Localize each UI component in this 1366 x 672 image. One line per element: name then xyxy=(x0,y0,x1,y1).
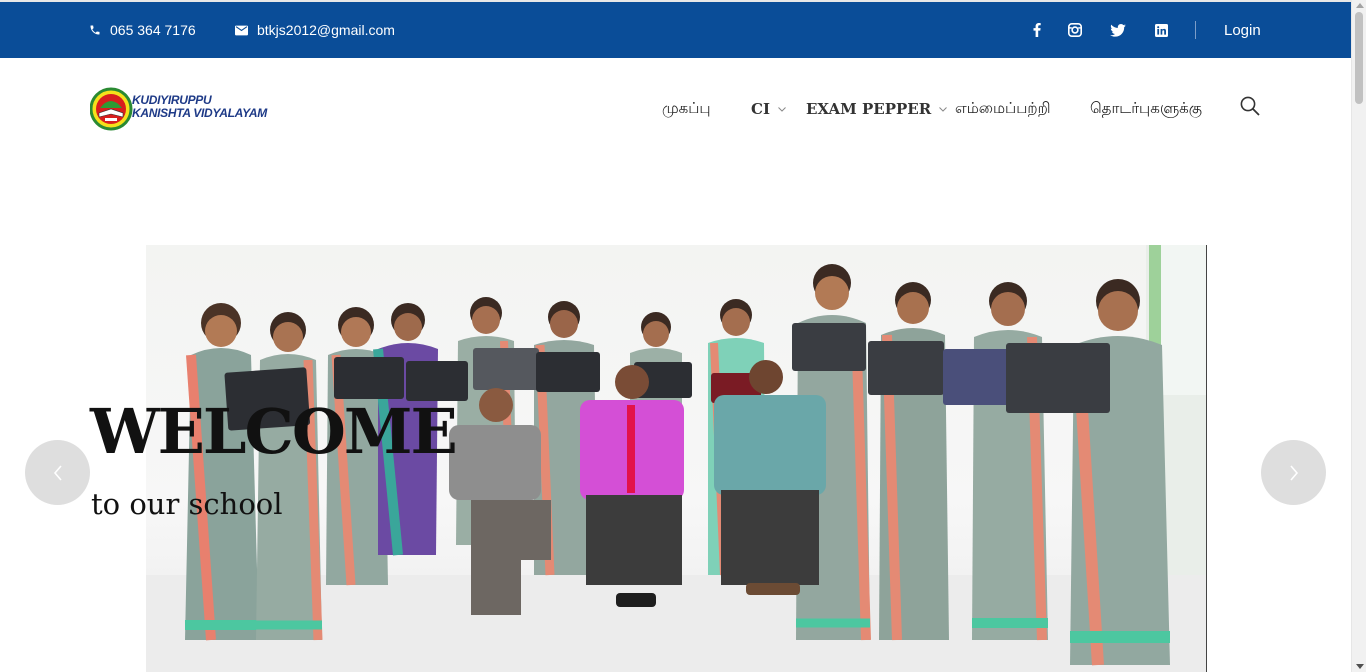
nav-item-exam-pepper-label: EXAM PEPPER xyxy=(806,100,932,118)
phone-icon xyxy=(90,25,100,35)
search-button[interactable] xyxy=(1240,96,1262,118)
nav-item-contact[interactable]: தொடர்புகளுக்கு xyxy=(1090,94,1202,124)
scroll-down-arrow-icon[interactable] xyxy=(1356,664,1364,669)
nav-item-ci-label: CI xyxy=(751,100,770,118)
nav-item-home[interactable]: முகப்பு xyxy=(662,94,711,124)
nav-item-contact-label: தொடர்புகளுக்கு xyxy=(1090,99,1203,117)
twitter-icon xyxy=(1110,23,1126,37)
page-scrollbar[interactable] xyxy=(1351,0,1366,672)
nav-item-exam-pepper[interactable]: EXAM PEPPER xyxy=(806,94,948,124)
slider-prev-button[interactable] xyxy=(25,440,90,505)
instagram-link[interactable] xyxy=(1063,2,1087,58)
phone-contact[interactable]: 065 364 7176 xyxy=(89,2,196,58)
email-contact[interactable]: btkjs2012@gmail.com xyxy=(235,2,395,58)
mail-icon xyxy=(235,25,248,35)
linkedin-icon xyxy=(1154,23,1168,37)
nav-item-ci[interactable]: CI xyxy=(751,94,786,124)
school-logo[interactable]: KUDIYIRUPPU KANISHTA VIDYALAYAM xyxy=(90,86,267,132)
scrollbar-thumb[interactable] xyxy=(1355,12,1363,104)
nav-item-about[interactable]: எம்மைப்பற்றி xyxy=(955,94,1050,124)
top-contact-bar: 065 364 7176 btkjs2012@gmail.com Login xyxy=(0,2,1351,58)
nav-item-home-label: முகப்பு xyxy=(662,99,711,117)
hero-title: WELCOME xyxy=(90,395,458,468)
school-crest-icon xyxy=(90,87,133,131)
logo-text: KUDIYIRUPPU KANISHTA VIDYALAYAM xyxy=(132,94,267,120)
logo-line-2: KANISHTA VIDYALAYAM xyxy=(132,106,267,120)
nav-item-about-label: எம்மைப்பற்றி xyxy=(955,99,1051,117)
login-link[interactable]: Login xyxy=(1224,2,1261,58)
phone-number: 065 364 7176 xyxy=(110,22,196,38)
twitter-link[interactable] xyxy=(1106,2,1130,58)
topbar-divider xyxy=(1195,21,1196,39)
chevron-left-icon xyxy=(53,464,62,481)
slider-next-button[interactable] xyxy=(1261,440,1326,505)
scroll-up-arrow-icon[interactable] xyxy=(1356,3,1364,8)
facebook-link[interactable] xyxy=(1025,2,1049,58)
search-icon xyxy=(1240,96,1260,116)
linkedin-link[interactable] xyxy=(1149,2,1173,58)
email-address: btkjs2012@gmail.com xyxy=(257,22,395,38)
instagram-icon xyxy=(1068,23,1082,37)
chevron-down-icon xyxy=(939,106,948,112)
chevron-right-icon xyxy=(1289,464,1298,481)
chevron-down-icon xyxy=(778,106,786,112)
hero-subtitle: to our school xyxy=(91,487,283,521)
facebook-icon xyxy=(1033,23,1041,37)
